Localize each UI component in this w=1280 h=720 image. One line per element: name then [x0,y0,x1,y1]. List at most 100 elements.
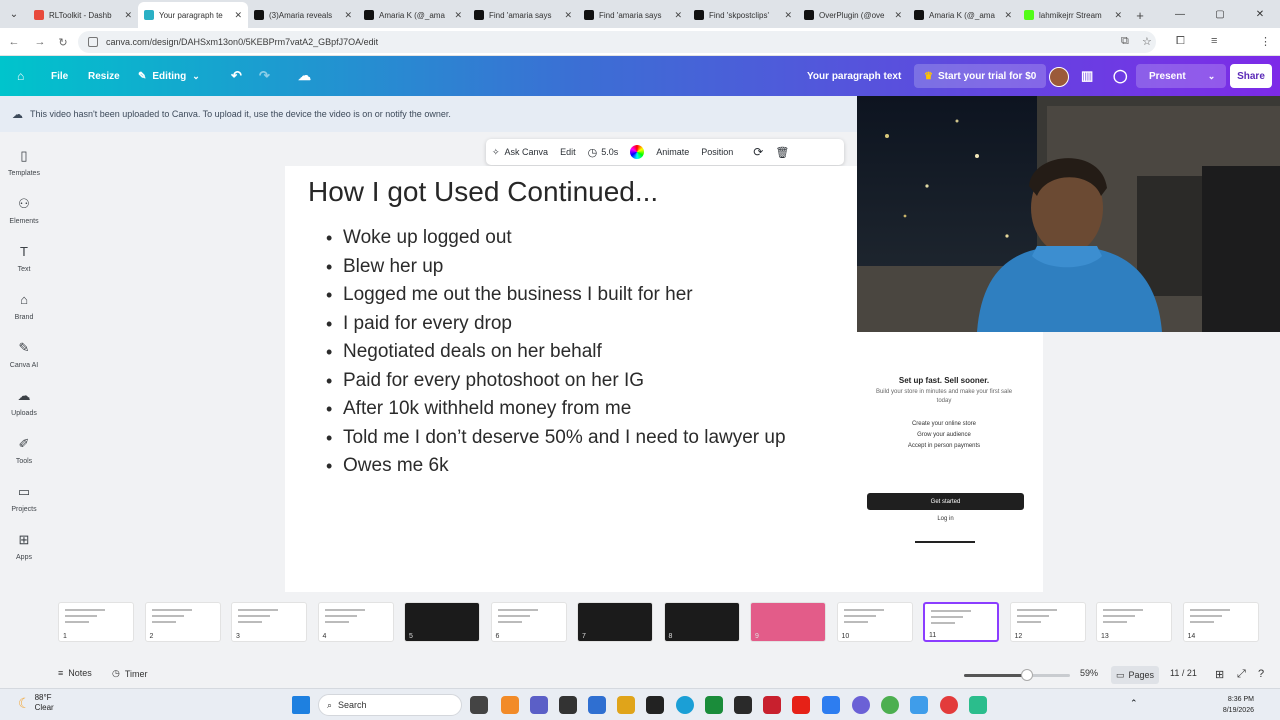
share-button[interactable]: Share [1230,64,1272,88]
user-avatar[interactable] [1049,67,1069,87]
slide-bullet[interactable]: Told me I don’t deserve 50% and I need t… [326,424,786,453]
sidebar-item-projects[interactable]: ▭ Projects [0,484,48,528]
taskbar-search[interactable]: ⌕ Search [318,694,462,716]
cloud-save-icon[interactable]: ☁ [298,56,311,96]
zoom-slider[interactable] [964,669,1070,681]
minimize-icon[interactable]: — [1160,0,1200,28]
app-icon-3[interactable] [822,696,840,714]
zoom-percentage[interactable]: 59% [1080,668,1098,678]
tab-close-icon[interactable]: ✕ [784,10,792,21]
sidebar-item-canva-ai[interactable]: ✎ Canva AI [0,340,48,384]
position-button[interactable]: Position [695,139,739,165]
slide-bullet[interactable]: Blew her up [326,253,786,282]
new-tab-button[interactable]: + [1128,2,1152,28]
start-trial-button[interactable]: ♛ Start your trial for $0 [914,64,1047,88]
xbox-icon[interactable] [705,696,723,714]
page-thumbnail[interactable]: 10 [836,602,913,642]
page-thumbnail[interactable]: 2 [144,602,221,642]
sidebar-item-apps[interactable]: ⊞ Apps [0,532,48,576]
forward-arrow-icon[interactable]: → [32,34,48,50]
page-thumbnail[interactable]: 6 [490,602,567,642]
maximize-icon[interactable]: ▢ [1200,0,1240,28]
notes-button[interactable]: ≡ Notes [58,668,92,678]
page-thumbnail[interactable]: 12 [1009,602,1086,642]
page-thumbnail[interactable]: 7 [577,602,653,642]
browser-tab[interactable]: lahmikejrr Stream ✕ [1018,2,1128,28]
chrome-icon[interactable] [881,696,899,714]
sidebar-item-text[interactable]: T Text [0,244,48,288]
browser-tab[interactable]: (3)Amaria reveals ✕ [248,2,358,28]
address-bar[interactable]: canva.com/design/DAHSxm13on0/5KEBPrm7vat… [78,31,1156,53]
browser-tab[interactable]: Find 'amaria says ✕ [578,2,688,28]
undo-icon[interactable]: ↶ [231,56,242,96]
present-chevron-icon[interactable]: ⌄ [1208,71,1216,82]
editing-mode-button[interactable]: ✎ Editing ⌄ [138,56,200,96]
resize-button[interactable]: Resize [88,56,120,96]
task-view-icon[interactable] [470,696,488,714]
reload-icon[interactable]: ↻ [55,34,71,50]
weather-widget[interactable]: ☾ 88°F Clear [18,693,54,713]
capcut-icon[interactable] [559,696,577,714]
sidebar-item-templates[interactable]: ▯ Templates [0,148,48,192]
back-arrow-icon[interactable]: ← [6,34,22,50]
redo-icon[interactable]: ↷ [259,56,270,96]
sidebar-item-elements[interactable]: ⚇ Elements [0,196,48,240]
site-info-icon[interactable] [88,37,98,47]
tab-close-icon[interactable]: ✕ [124,10,132,21]
app-icon-4[interactable] [910,696,928,714]
browser-tab[interactable]: RLToolkit - Dashb ✕ [28,2,138,28]
slide-bullet[interactable]: Logged me out the business I built for h… [326,281,786,310]
sidebar-item-tools[interactable]: ✐ Tools [0,436,48,480]
bookmark-star-icon[interactable]: ☆ [1142,35,1152,48]
duration-button[interactable]: ◷ 5.0s [582,139,625,165]
trash-icon[interactable]: 🗑 [769,139,795,165]
taskbar-clock[interactable]: 8:36 PM 8/19/2026 [1223,694,1254,716]
animate-button[interactable]: Animate [650,139,695,165]
sidebar-item-uploads[interactable]: ☁ Uploads [0,388,48,432]
slide-bullet[interactable]: Owes me 6k [326,452,786,481]
tab-close-icon[interactable]: ✕ [344,10,352,21]
browser-menu-icon[interactable]: ⋮ [1260,35,1271,48]
browser-tab[interactable]: Amaria K (@_ama ✕ [908,2,1018,28]
slide-bullet-list[interactable]: Woke up logged outBlew her upLogged me o… [326,224,786,481]
sidebar-item-brand[interactable]: ⌂ Brand [0,292,48,336]
youtube-icon[interactable] [792,696,810,714]
tab-close-icon[interactable]: ✕ [564,10,572,21]
replace-icon[interactable]: ⟳ [747,139,769,165]
ask-canva-button[interactable]: ✧ Ask Canva [486,139,554,165]
tab-close-icon[interactable]: ✕ [1004,10,1012,21]
browser-tab[interactable]: Find 'amaria says ✕ [468,2,578,28]
fullscreen-icon[interactable]: ⤢ [1237,668,1246,681]
tab-close-icon[interactable]: ✕ [234,10,242,21]
browser-tab[interactable]: Your paragraph te ✕ [138,2,248,28]
edge-icon[interactable] [676,696,694,714]
app-icon-2[interactable] [734,696,752,714]
slide-bullet[interactable]: After 10k withheld money from me [326,395,786,424]
adobe-icon[interactable] [763,696,781,714]
close-window-icon[interactable]: ✕ [1240,0,1280,28]
slide-bullet[interactable]: Negotiated deals on her behalf [326,338,786,367]
tab-close-icon[interactable]: ✕ [894,10,902,21]
page-thumbnail[interactable]: 13 [1096,602,1172,642]
page-thumbnail[interactable]: 8 [663,602,740,642]
help-icon[interactable]: ? [1258,668,1264,680]
tab-close-icon[interactable]: ✕ [674,10,682,21]
page-thumbnail[interactable]: 9 [750,602,826,642]
grid-view-icon[interactable]: ⊞ [1215,668,1224,681]
present-button[interactable]: Present ⌄ [1136,64,1226,88]
file-explorer-icon[interactable] [617,696,635,714]
slide-bullet[interactable]: I paid for every drop [326,310,786,339]
copilot-icon[interactable] [501,696,519,714]
home-icon[interactable]: ⌂ [17,56,24,96]
zoom-slider-handle[interactable] [1020,669,1033,681]
slide-title[interactable]: How I got Used Continued... [308,176,658,208]
tab-close-icon[interactable]: ✕ [454,10,462,21]
teams-icon[interactable] [530,696,548,714]
slide-bullet[interactable]: Woke up logged out [326,224,786,253]
slide-bullet[interactable]: Paid for every photoshoot on her IG [326,367,786,396]
color-button[interactable] [624,139,650,165]
media-app-icon[interactable] [646,696,664,714]
install-app-icon[interactable]: ⧉ [1121,35,1129,48]
page-thumbnail[interactable]: 1 [58,602,134,642]
media-controls-icon[interactable]: ≡ [1211,35,1217,47]
